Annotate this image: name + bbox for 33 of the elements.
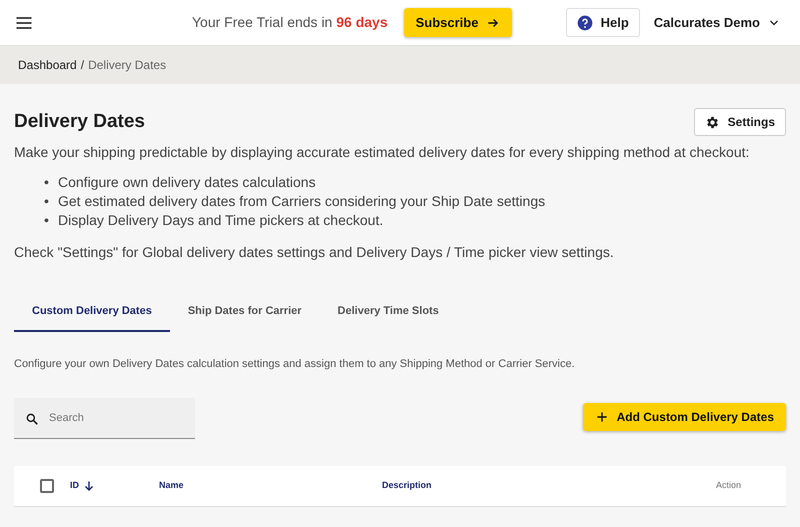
tab[interactable]: Ship Dates for Carrier (170, 293, 320, 332)
bullet-marker: • (44, 211, 50, 230)
column-header[interactable]: Description (382, 479, 432, 493)
bullet-item: Display Delivery Days and Time pickers at checkout. (58, 211, 384, 230)
intro-text: Make your shipping predictable by displaying accurate estimated delivery dates for every shipping method at checkout: (14, 143, 750, 162)
help-icon (576, 14, 593, 30)
tab[interactable]: Delivery Time Slots (320, 293, 457, 332)
account-menu[interactable]: Calcurates Demo (648, 12, 786, 34)
breadcrumb-link[interactable]: Dashboard (18, 56, 77, 74)
bullet-item: Configure own delivery dates calculations (58, 173, 316, 192)
arrow-down-icon[interactable] (83, 480, 95, 492)
help-button[interactable]: Help (566, 8, 640, 38)
search-icon (25, 412, 39, 426)
select-all-checkbox[interactable] (40, 479, 54, 493)
breadcrumb-separator: / (80, 57, 84, 74)
settings-button[interactable]: Settings (694, 108, 786, 136)
search-field[interactable]: Search (14, 398, 195, 439)
plus-icon (594, 410, 609, 424)
breadcrumb-current: Delivery Dates (88, 57, 166, 74)
add-button[interactable]: Add Custom Delivery Dates (582, 403, 786, 431)
tab[interactable]: Custom Delivery Dates (14, 293, 170, 332)
note-text: Check "Settings" for Global delivery dates settings and Delivery Days / Time picker view settings. (14, 243, 615, 262)
bullet-marker: • (44, 173, 50, 192)
tab-description: Configure your own Delivery Dates calculation settings and assign them to any Shipping Method or Carrier Service. (14, 356, 576, 372)
column-header: Action (716, 479, 741, 492)
page-title: Delivery Dates (14, 110, 145, 134)
bullet-item: Get estimated delivery dates from Carriers considering your Ship Date settings (58, 192, 546, 211)
column-header[interactable]: ID (70, 479, 79, 493)
column-header[interactable]: Name (159, 479, 184, 493)
settings-icon (704, 114, 720, 130)
subscribe-button[interactable]: Subscribe (404, 8, 512, 38)
bullet-marker: • (44, 192, 50, 211)
trial-notice: Your Free Trial ends in 96 days (192, 13, 388, 32)
